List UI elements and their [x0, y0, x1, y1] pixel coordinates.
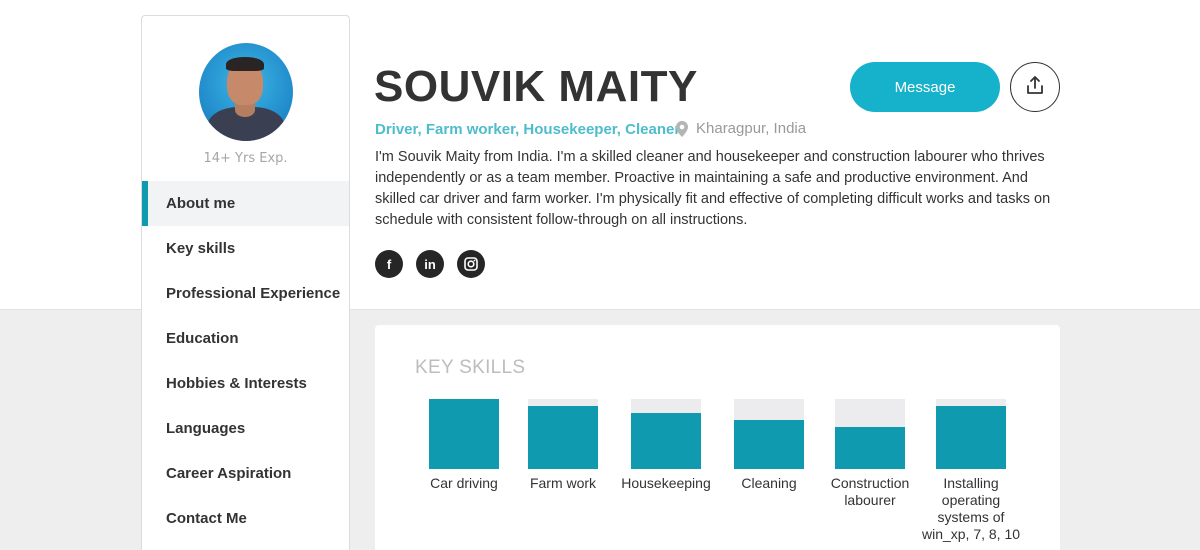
skill-level-bar [936, 399, 1006, 469]
sidebar-nav: About me Key skills Professional Experie… [142, 181, 349, 541]
skill-level-bar [429, 399, 499, 469]
skill-item: Installing operating systems of win_xp, … [916, 399, 1026, 543]
instagram-icon[interactable] [457, 250, 485, 278]
skill-level-bar [631, 399, 701, 469]
sidebar-item-education[interactable]: Education [142, 316, 349, 361]
skill-level-fill [936, 406, 1006, 469]
sidebar-item-professional-experience[interactable]: Professional Experience [142, 271, 349, 316]
skill-item: Housekeeping [611, 399, 721, 492]
location-pin-icon [676, 120, 688, 137]
linkedin-icon[interactable]: in [416, 250, 444, 278]
skill-label: Car driving [430, 475, 498, 491]
profile-sidebar: 14+ Yrs Exp. About me Key skills Profess… [141, 15, 350, 550]
skill-label: Housekeeping [621, 475, 711, 491]
skill-level-bar [835, 399, 905, 469]
skill-label: Cleaning [741, 475, 797, 491]
sidebar-item-hobbies-interests[interactable]: Hobbies & Interests [142, 361, 349, 406]
profile-name: SOUVIK MAITY [374, 62, 698, 111]
share-icon [1025, 75, 1045, 99]
skill-item: Construction labourer [815, 399, 925, 509]
location-text: Kharagpur, India [696, 120, 807, 137]
skill-label: Construction labourer [830, 475, 910, 508]
skill-level-fill [528, 406, 598, 469]
skill-level-fill [631, 413, 701, 469]
skill-level-fill [734, 420, 804, 469]
skill-level-bar [734, 399, 804, 469]
skill-level-fill [429, 399, 499, 469]
sidebar-item-key-skills[interactable]: Key skills [142, 226, 349, 271]
skill-label: Farm work [529, 475, 597, 491]
profile-location: Kharagpur, India [676, 120, 806, 137]
profile-roles: Driver, Farm worker, Housekeeper, Cleane… [375, 121, 681, 138]
key-skills-card: KEY SKILLS Car driving Farm work Housekeep… [375, 325, 1060, 550]
skill-item: Car driving [409, 399, 519, 492]
social-links: f in [375, 250, 498, 278]
sidebar-item-languages[interactable]: Languages [142, 406, 349, 451]
skill-label: Installing operating systems of win_xp, … [921, 475, 1021, 542]
profile-bio: I'm Souvik Maity from India. I'm a skill… [375, 149, 1051, 228]
sidebar-item-career-aspiration[interactable]: Career Aspiration [142, 451, 349, 496]
message-button[interactable]: Message [850, 62, 1000, 112]
sidebar-item-about-me[interactable]: About me [142, 181, 349, 226]
skill-level-bar [528, 399, 598, 469]
share-button[interactable] [1010, 62, 1060, 112]
facebook-icon[interactable]: f [375, 250, 403, 278]
avatar [199, 43, 293, 141]
key-skills-title: KEY SKILLS [415, 357, 526, 378]
sidebar-item-contact-me[interactable]: Contact Me [142, 496, 349, 541]
skill-level-fill [835, 427, 905, 469]
skill-item: Farm work [508, 399, 618, 492]
experience-label: 14+ Yrs Exp. [203, 151, 288, 166]
skill-item: Cleaning [714, 399, 824, 492]
